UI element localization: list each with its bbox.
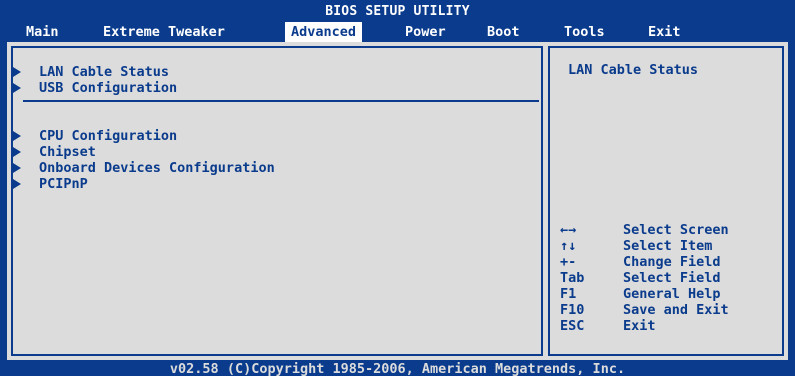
key-action: Exit bbox=[623, 318, 656, 334]
entry-label: PCIPnP bbox=[39, 176, 88, 192]
menu-bar: Main Extreme Tweaker Advanced Power Boot… bbox=[0, 22, 795, 42]
entry-cpu-configuration[interactable]: CPU Configuration bbox=[13, 128, 178, 144]
up-down-arrows-icon: ↑↓ bbox=[560, 238, 577, 254]
entry-usb-configuration[interactable]: USB Configuration bbox=[13, 80, 178, 96]
submenu-arrow-icon bbox=[13, 163, 21, 173]
key-action: Save and Exit bbox=[623, 302, 729, 318]
menu-boot[interactable]: Boot bbox=[487, 22, 520, 42]
key-label: ESC bbox=[560, 318, 585, 334]
menu-exit[interactable]: Exit bbox=[648, 22, 681, 42]
options-pane: LAN Cable Status USB Configuration CPU C… bbox=[11, 46, 543, 356]
entry-chipset[interactable]: Chipset bbox=[13, 144, 96, 160]
help-title: LAN Cable Status bbox=[568, 62, 699, 78]
entry-label: Chipset bbox=[39, 144, 96, 160]
key-action: Select Screen bbox=[623, 222, 729, 238]
main-frame: LAN Cable Status USB Configuration CPU C… bbox=[7, 42, 788, 360]
key-label: Tab bbox=[560, 270, 585, 286]
bios-screen: BIOS SETUP UTILITY Main Extreme Tweaker … bbox=[0, 0, 795, 376]
submenu-arrow-icon bbox=[13, 83, 21, 93]
menu-main[interactable]: Main bbox=[26, 22, 59, 42]
key-action: Select Field bbox=[623, 270, 721, 286]
menu-extreme-tweaker[interactable]: Extreme Tweaker bbox=[103, 22, 225, 42]
menu-power[interactable]: Power bbox=[405, 22, 446, 42]
entry-label: CPU Configuration bbox=[39, 128, 178, 144]
entry-lan-cable-status[interactable]: LAN Cable Status bbox=[13, 64, 170, 80]
submenu-arrow-icon bbox=[13, 179, 21, 189]
submenu-arrow-icon bbox=[13, 147, 21, 157]
key-label: +- bbox=[560, 254, 577, 270]
key-action: Change Field bbox=[623, 254, 721, 270]
key-action: Select Item bbox=[623, 238, 713, 254]
entry-onboard-devices-configuration[interactable]: Onboard Devices Configuration bbox=[13, 160, 275, 176]
key-label: F10 bbox=[560, 302, 585, 318]
submenu-arrow-icon bbox=[13, 67, 21, 77]
entry-pcipnp[interactable]: PCIPnP bbox=[13, 176, 88, 192]
entry-label: USB Configuration bbox=[39, 80, 178, 96]
left-right-arrows-icon: ←→ bbox=[560, 222, 577, 238]
key-label: F1 bbox=[560, 286, 577, 302]
entry-label: LAN Cable Status bbox=[39, 64, 170, 80]
key-action: General Help bbox=[623, 286, 721, 302]
bios-title: BIOS SETUP UTILITY bbox=[325, 4, 470, 19]
menu-tools[interactable]: Tools bbox=[564, 22, 605, 42]
section-separator bbox=[23, 100, 539, 102]
submenu-arrow-icon bbox=[13, 131, 21, 141]
help-pane: LAN Cable Status ←→ Select Screen ↑↓ Sel… bbox=[548, 46, 784, 356]
copyright-footer: v02.58 (C)Copyright 1985-2006, American … bbox=[169, 361, 626, 376]
entry-label: Onboard Devices Configuration bbox=[39, 160, 275, 176]
menu-advanced[interactable]: Advanced bbox=[285, 22, 363, 42]
